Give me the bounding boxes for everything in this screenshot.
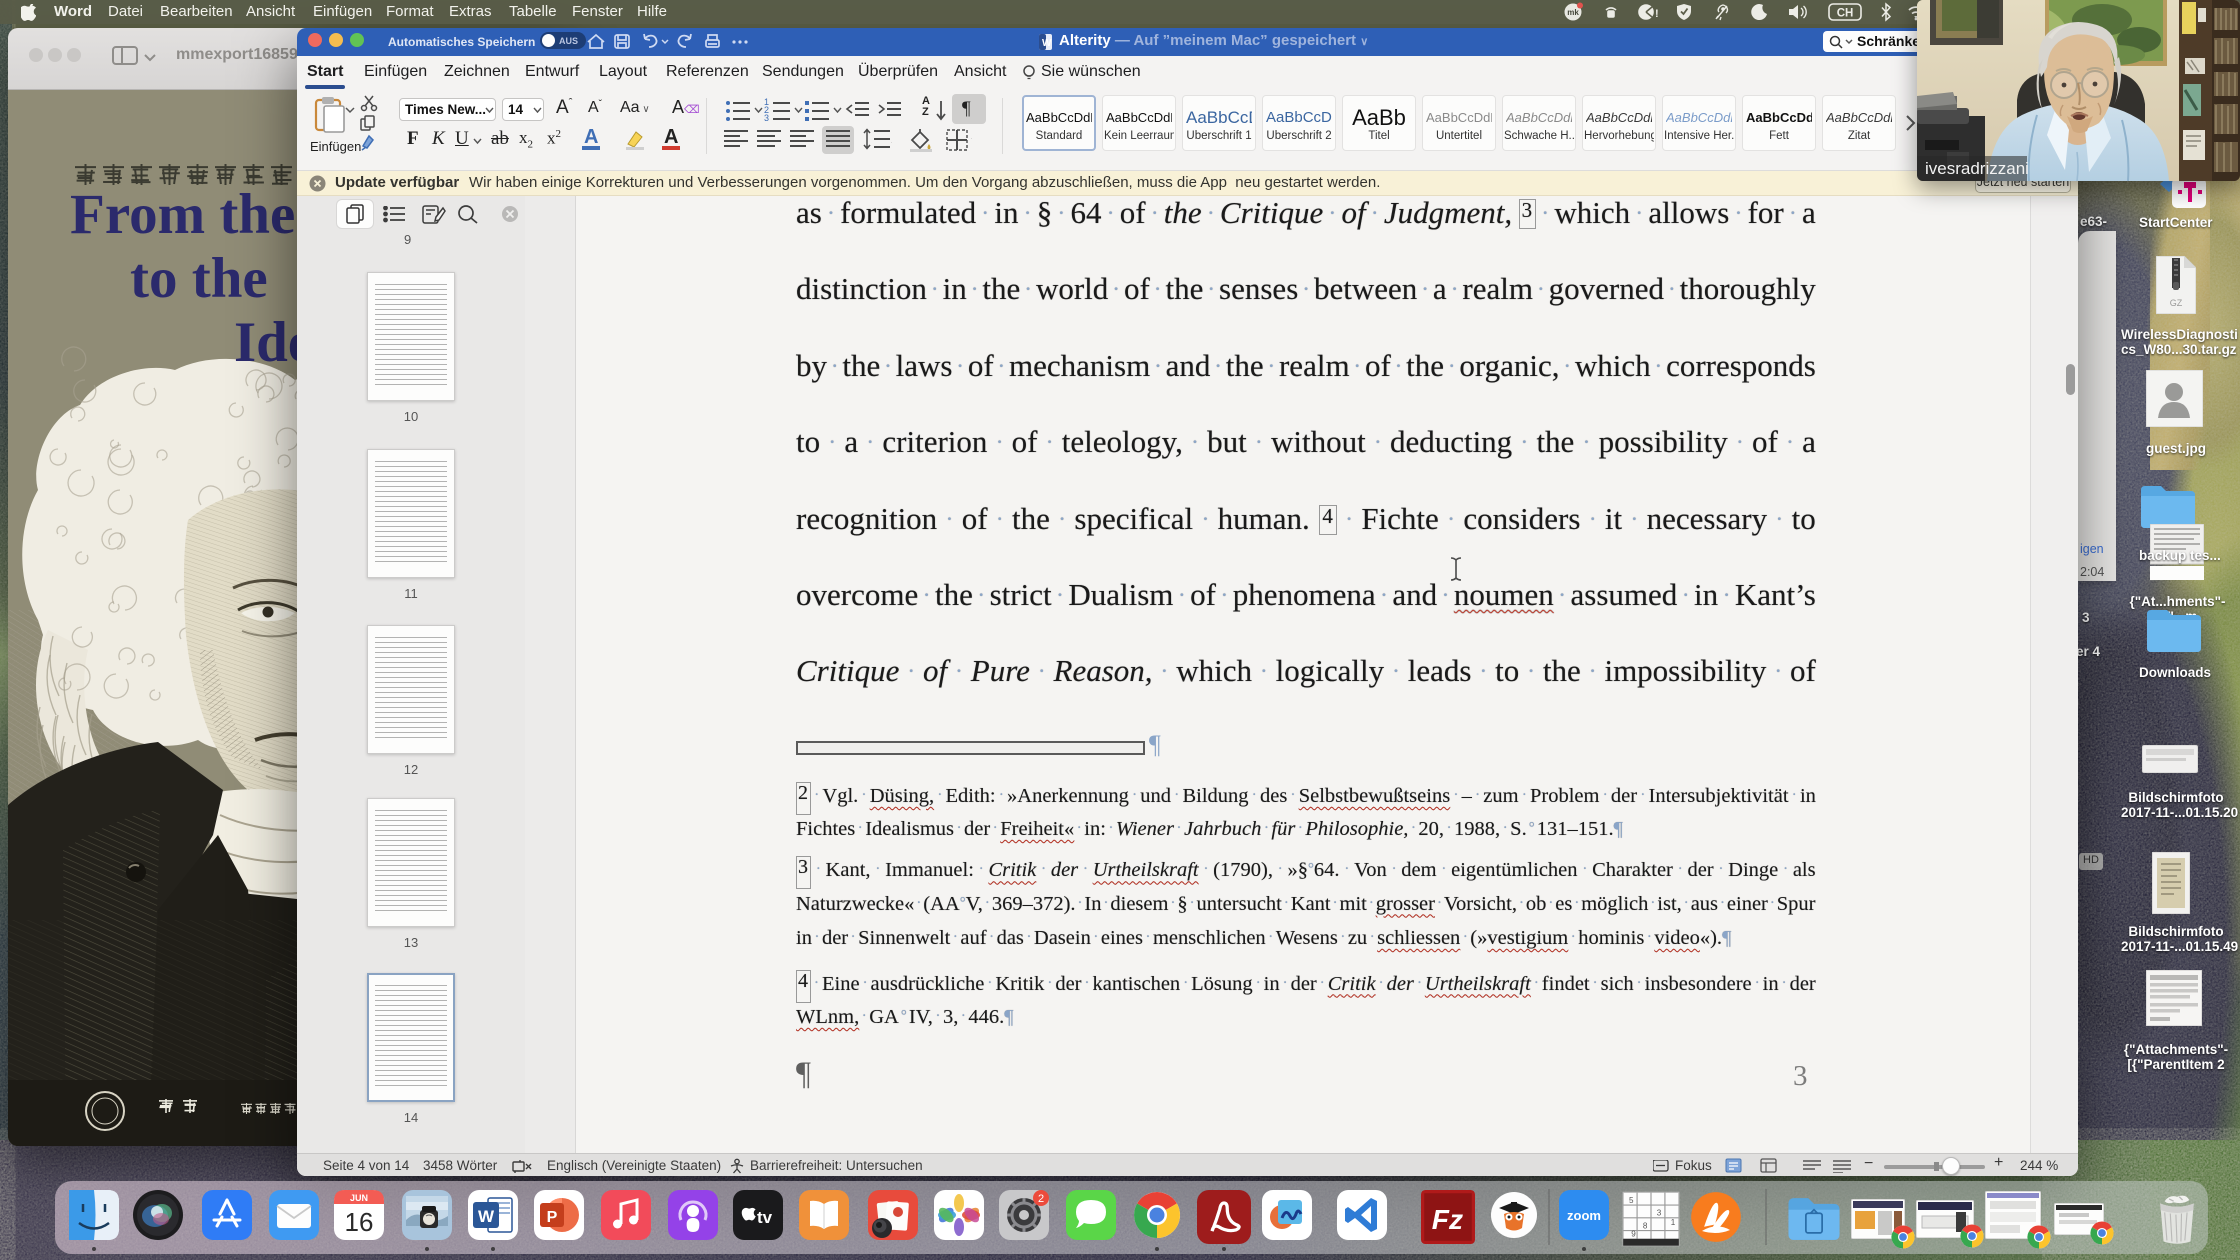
svg-text:!: ! [1655, 8, 1659, 20]
svg-text:9: 9 [1631, 1229, 1636, 1238]
svg-text:GZ: GZ [2170, 298, 2183, 308]
svg-text:W: W [1042, 38, 1052, 49]
svg-text:CH: CH [1837, 8, 1854, 20]
svg-text:1: 1 [1671, 1218, 1676, 1227]
svg-text:Fz: Fz [1432, 1204, 1463, 1235]
svg-text:5: 5 [1629, 1196, 1634, 1205]
svg-text:tv: tv [757, 1208, 773, 1227]
svg-text:3: 3 [1657, 1209, 1662, 1218]
svg-text:P: P [547, 1209, 558, 1226]
svg-text:8: 8 [1643, 1221, 1648, 1230]
svg-text:JUN: JUN [350, 1193, 368, 1203]
svg-text:2: 2 [1038, 1193, 1044, 1205]
svg-text:16: 16 [345, 1207, 374, 1237]
svg-text:W: W [478, 1207, 495, 1226]
svg-text:ivesradrizzani: ivesradrizzani [1925, 159, 2029, 178]
svg-text:mk: mk [1567, 8, 1579, 17]
svg-text:zoom: zoom [1567, 1208, 1601, 1223]
